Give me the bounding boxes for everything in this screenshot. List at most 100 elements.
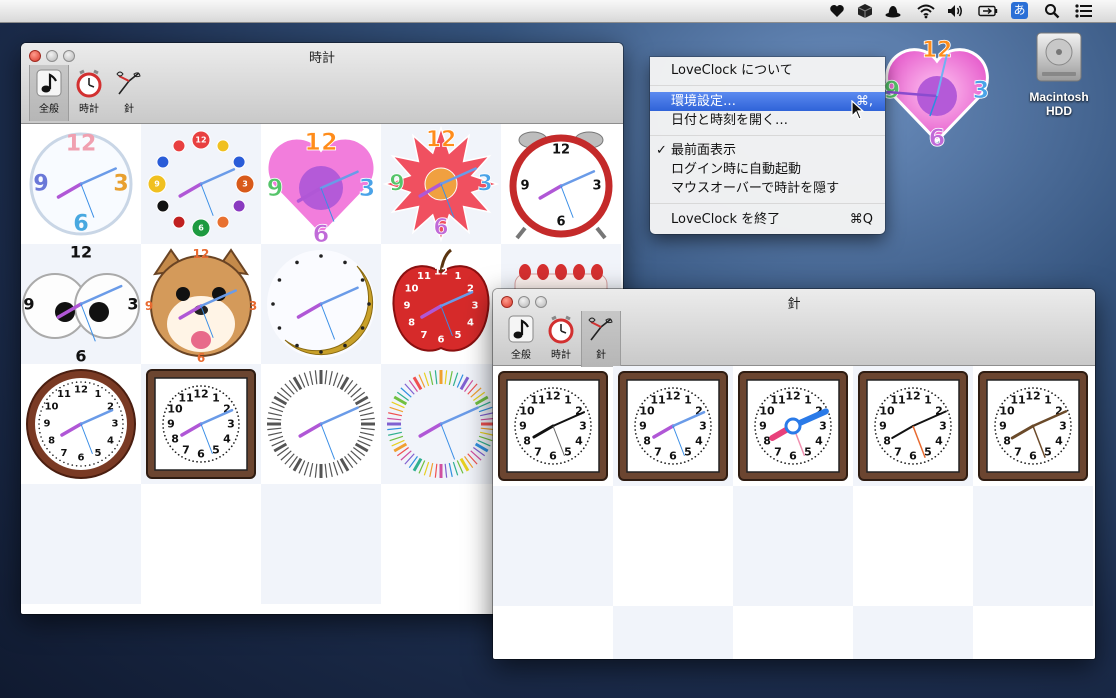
- tick-mark: [514, 429, 517, 431]
- tick-mark: [39, 431, 41, 434]
- heart-icon[interactable]: [829, 3, 845, 23]
- second-hand: [440, 423, 456, 460]
- tick-mark: [309, 463, 314, 477]
- tick-mark: [563, 388, 566, 391]
- tick-mark: [1016, 459, 1019, 462]
- tick-mark: [80, 465, 82, 467]
- hand-option-purple-blue-hands[interactable]: 12 1 2 3 4 5 6 7 8 9 10 11: [613, 366, 733, 486]
- tick-mark: [763, 450, 766, 453]
- clock-numeral: 12: [426, 128, 457, 153]
- toolbar-hands[interactable]: 針: [581, 311, 621, 367]
- tick-mark: [332, 461, 339, 476]
- clock-option-pink-heart[interactable]: 12 3 6 9: [261, 124, 381, 248]
- clock-numeral: 12: [434, 267, 448, 278]
- clock-numeral: 5: [564, 445, 572, 458]
- volume-icon[interactable]: [946, 3, 966, 23]
- toolbar-general[interactable]: 全般: [29, 65, 69, 121]
- tick-mark: [830, 425, 832, 427]
- spotlight-icon[interactable]: [1044, 3, 1060, 23]
- tick-mark: [1065, 444, 1067, 446]
- macintosh-hdd[interactable]: Macintosh HDD: [1028, 30, 1090, 130]
- tick-mark: [1003, 450, 1006, 453]
- clock-option-red-alarm-clock[interactable]: 12 3 6 9: [501, 124, 621, 244]
- hand-option-skeleton-hands[interactable]: 12 1 2 3 4 5 6 7 8 9 10 11: [853, 366, 973, 486]
- clock-option-rainbow-ticks[interactable]: [381, 364, 501, 484]
- clock-numeral: 12: [552, 143, 570, 158]
- tick-mark: [1047, 459, 1050, 462]
- tick-mark: [874, 429, 877, 431]
- tick-mark: [204, 460, 206, 463]
- tick-mark: [776, 459, 779, 462]
- hour-hand: [418, 422, 443, 438]
- tick-mark: [269, 406, 284, 413]
- wifi-icon[interactable]: [916, 3, 936, 23]
- tick-mark: [526, 396, 529, 399]
- menu-item-preferences[interactable]: 環境設定… ⌘,: [650, 92, 885, 111]
- cube-icon[interactable]: [857, 3, 873, 23]
- list-icon[interactable]: [1074, 3, 1094, 23]
- tick-mark: [314, 463, 318, 478]
- tick-mark: [237, 431, 240, 433]
- clock-numeral: 6: [549, 450, 557, 463]
- tick-mark: [177, 453, 180, 456]
- tick-mark: [814, 455, 817, 458]
- clock-option-googly-eyes[interactable]: 12 3 6 9: [21, 243, 141, 366]
- tick-mark: [590, 425, 592, 427]
- toolbar-clocks[interactable]: 時計: [541, 311, 581, 367]
- menu-item-open-date-time[interactable]: 日付と時刻を開く…: [650, 111, 885, 130]
- tick-mark: [1043, 388, 1046, 391]
- menu-item-about[interactable]: LoveClock について: [650, 61, 885, 80]
- clock-numeral: 4: [935, 435, 943, 448]
- clock-option-wooden-round[interactable]: 12 1 2 3 4 5 6 7 8 9 10 11: [21, 364, 141, 484]
- battery-icon[interactable]: [978, 3, 998, 23]
- tick-mark: [694, 455, 697, 458]
- menu-item-label: ログイン時に自動起動: [671, 162, 802, 177]
- clock-option-square-frame[interactable]: 12 1 2 3 4 5 6 7 8 9 10 11: [141, 364, 261, 484]
- toolbar-clocks[interactable]: 時計: [69, 65, 109, 121]
- tick-mark: [360, 427, 375, 431]
- clock-option-red-burst[interactable]: 12 3 6 9: [381, 124, 501, 244]
- clock-option-shiba-dog[interactable]: 12 3 6 9: [141, 244, 261, 365]
- clock-window-titlebar[interactable]: 時計 全般 時計 針: [21, 43, 623, 124]
- desktop-heart-clock[interactable]: 12 3 6 9: [882, 36, 992, 154]
- menu-item-hide-on-mouseover[interactable]: マウスオーバーで時計を隠す: [650, 179, 885, 198]
- tick-mark: [672, 463, 674, 465]
- clock-face: [267, 250, 375, 358]
- clock-option-rainbow-numerals[interactable]: 12 3 6 9: [21, 124, 141, 244]
- tick-mark: [927, 390, 930, 393]
- menu-item-launch-at-login[interactable]: ログイン時に自動起動: [650, 160, 885, 179]
- hands-window-titlebar[interactable]: 針 全般 時計 針: [493, 289, 1095, 367]
- tick-mark: [792, 463, 794, 465]
- tick-mark: [434, 463, 438, 478]
- tick-mark: [114, 447, 116, 450]
- hand-option-black-hands[interactable]: 12 1 2 3 4 5 6 7 8 9 10 11: [493, 366, 613, 486]
- clock-numeral: 9: [759, 420, 767, 433]
- tick-mark: [807, 459, 810, 462]
- hat-icon[interactable]: [885, 3, 901, 23]
- clock-numeral: 1: [455, 271, 462, 282]
- tick-mark: [48, 395, 51, 397]
- tick-mark: [514, 417, 517, 419]
- hand-option-pink-blue-bold-hands[interactable]: 12 1 2 3 4 5 6 7 8 9 10 11: [733, 366, 853, 486]
- tick-mark: [1020, 388, 1023, 391]
- tick-mark: [1024, 462, 1026, 465]
- tick-mark: [874, 425, 876, 427]
- input-method-icon[interactable]: あ: [1011, 2, 1028, 19]
- clock-option-red-apple[interactable]: 12 1 2 3 4 5 6 7 8 9 10 11: [381, 244, 501, 364]
- clock-numeral: 9: [999, 420, 1007, 433]
- tick-mark: [233, 442, 235, 444]
- clock-numeral: 12: [665, 390, 680, 403]
- toolbar-hands[interactable]: 針: [109, 65, 149, 121]
- toolbar-general[interactable]: 全般: [501, 311, 541, 367]
- menu-item-always-on-top[interactable]: ✓ 最前面表示: [650, 141, 885, 160]
- tick-mark: [900, 388, 903, 391]
- clock-option-billiard-balls[interactable]: 12 3 6 9: [141, 124, 261, 244]
- clock-option-gray-ticks[interactable]: [261, 364, 381, 484]
- clock-numeral: 12: [193, 388, 208, 401]
- tick-mark: [660, 388, 663, 391]
- tick-mark: [41, 440, 44, 442]
- clock-numeral: 7: [894, 445, 902, 458]
- hand-option-branch-hands[interactable]: 12 1 2 3 4 5 6 7 8 9 10 11: [973, 366, 1093, 486]
- menu-item-quit[interactable]: LoveClock を終了 ⌘Q: [650, 210, 885, 229]
- clock-option-crescent-moon[interactable]: [261, 244, 381, 364]
